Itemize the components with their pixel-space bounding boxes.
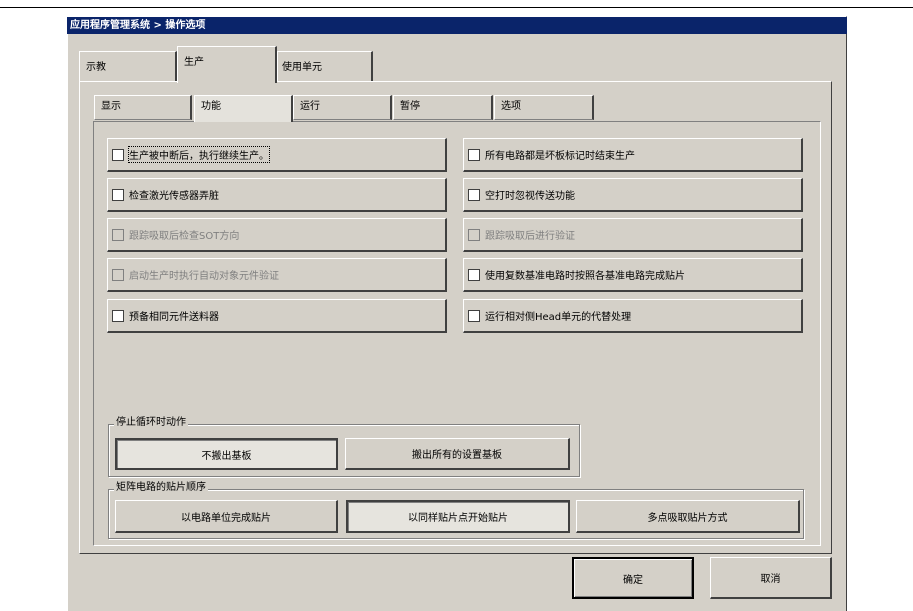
no-unload-board-button[interactable]: 不搬出基板 [115,438,338,470]
ok-label: 确定 [623,574,643,586]
option-spare-feeder-label: 预备相同元件送料器 [129,312,219,323]
option-opposite-head-substitute[interactable]: 运行相对侧Head单元的代替处理 [463,299,803,333]
subtab-pause[interactable]: 暂停 [393,95,493,120]
subtab-display-label: 显示 [101,101,121,112]
option-opposite-head-substitute-checkbox[interactable] [468,309,480,322]
option-ignore-transfer-checkbox[interactable] [468,188,480,201]
option-ignore-transfer[interactable]: 空打时忽视传送功能 [463,178,803,212]
option-spare-feeder[interactable]: 预备相同元件送料器 [107,299,447,333]
multi-pickup-mode-label: 多点吸取贴片方式 [647,512,728,524]
subtab-run-label: 运行 [300,101,320,112]
cancel-button[interactable]: 取消 [710,557,832,599]
option-end-on-bad-marks-label: 所有电路都是坏板标记时结束生产 [485,151,635,162]
option-laser-sensor-dirt[interactable]: 检查激光传感器弄脏 [107,178,447,212]
option-resume-production-checkbox[interactable] [112,148,124,161]
option-spare-feeder-checkbox[interactable] [112,309,124,322]
option-verify-after-pickup: 跟踪吸取后进行验证 [463,218,803,252]
option-multi-fiducial-placement[interactable]: 使用复数基准电路时按照各基准电路完成贴片 [463,258,803,292]
subtab-display[interactable]: 显示 [94,95,192,120]
option-end-on-bad-marks-checkbox[interactable] [468,148,480,161]
option-opposite-head-substitute-label: 运行相对侧Head单元的代替处理 [485,312,632,323]
option-ignore-transfer-label: 空打时忽视传送功能 [485,191,575,202]
tab-teach-label: 示教 [86,62,106,73]
place-by-same-point-label: 以同样贴片点开始贴片 [408,513,508,524]
option-sot-direction-check-label: 跟踪吸取后检查SOT方向 [129,231,240,242]
matrix-order-group-label: 矩阵电路的贴片顺序 [114,482,208,494]
option-verify-after-pickup-checkbox [468,228,480,241]
option-sot-direction-check-checkbox [112,228,124,241]
option-verify-after-pickup-label: 跟踪吸取后进行验证 [485,231,575,242]
option-end-on-bad-marks[interactable]: 所有电路都是坏板标记时结束生产 [463,138,803,172]
subtab-function-label: 功能 [201,101,221,112]
option-auto-component-verify-label: 启动生产时执行自动对象元件验证 [129,271,279,282]
option-multi-fiducial-placement-checkbox[interactable] [468,268,480,281]
top-divider-line [0,7,913,8]
window-title: 应用程序管理系统 > 操作选项 [67,17,847,34]
option-resume-production-label: 生产被中断后，执行继续生产。 [128,146,270,163]
option-auto-component-verify: 启动生产时执行自动对象元件验证 [107,258,447,292]
multi-pickup-mode-button[interactable]: 多点吸取贴片方式 [576,500,800,533]
subtab-function[interactable]: 功能 [194,95,293,122]
option-resume-production[interactable]: 生产被中断后，执行继续生产。 [107,138,447,172]
tab-use-unit-label: 使用单元 [282,62,322,73]
tab-production[interactable]: 生产 [177,46,277,83]
ok-button[interactable]: 确定 [572,557,694,599]
option-auto-component-verify-checkbox [112,268,124,281]
unload-all-boards-button[interactable]: 搬出所有的设置基板 [345,438,570,470]
option-laser-sensor-dirt-label: 检查激光传感器弄脏 [129,191,219,202]
subtab-options-label: 选项 [501,101,521,112]
tab-teach[interactable]: 示教 [79,51,177,81]
tab-use-unit[interactable]: 使用单元 [277,51,373,81]
option-sot-direction-check: 跟踪吸取后检查SOT方向 [107,218,447,252]
place-by-same-point-button[interactable]: 以同样贴片点开始贴片 [346,500,570,533]
option-laser-sensor-dirt-checkbox[interactable] [112,188,124,201]
subtab-options[interactable]: 选项 [494,95,594,120]
stop-cycle-group-label: 停止循环时动作 [114,417,188,429]
place-by-circuit-button[interactable]: 以电路单位完成贴片 [115,500,338,533]
subtab-run[interactable]: 运行 [293,95,392,120]
tab-production-label: 生产 [184,57,204,68]
unload-all-boards-label: 搬出所有的设置基板 [412,450,502,461]
no-unload-board-label: 不搬出基板 [201,450,252,462]
subtab-pause-label: 暂停 [400,101,420,112]
cancel-label: 取消 [760,574,781,585]
place-by-circuit-label: 以电路单位完成贴片 [181,512,271,524]
option-multi-fiducial-placement-label: 使用复数基准电路时按照各基准电路完成贴片 [485,271,685,282]
